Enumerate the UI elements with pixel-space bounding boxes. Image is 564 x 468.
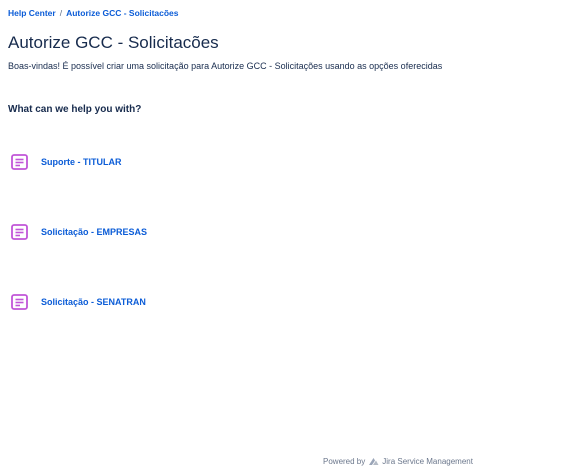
form-icon	[9, 292, 29, 312]
powered-by-footer: Powered by Jira Service Management	[323, 457, 473, 466]
breadcrumb: Help Center / Autorize GCC - Solicitacões	[8, 8, 179, 18]
request-type-suporte-titular[interactable]: Suporte - TITULAR	[9, 150, 309, 174]
request-type-label[interactable]: Solicitação - SENATRAN	[41, 297, 146, 307]
request-type-label[interactable]: Suporte - TITULAR	[41, 157, 122, 167]
jira-service-management-link[interactable]: Jira Service Management	[382, 457, 473, 466]
breadcrumb-separator: /	[59, 8, 63, 18]
breadcrumb-project-link[interactable]: Autorize GCC - Solicitacões	[66, 8, 178, 18]
request-type-solicitacao-empresas[interactable]: Solicitação - EMPRESAS	[9, 220, 309, 244]
request-type-list: Suporte - TITULAR Solicitação - EMPRESAS…	[9, 150, 309, 360]
form-icon	[9, 152, 29, 172]
welcome-message: Boas-vindas! É possível criar uma solici…	[8, 61, 443, 71]
request-type-label[interactable]: Solicitação - EMPRESAS	[41, 227, 147, 237]
powered-by-text: Powered by	[323, 457, 366, 466]
form-icon	[9, 222, 29, 242]
jira-logo-icon	[368, 457, 379, 466]
breadcrumb-help-center-link[interactable]: Help Center	[8, 8, 56, 18]
request-type-solicitacao-senatran[interactable]: Solicitação - SENATRAN	[9, 290, 309, 314]
page-title: Autorize GCC - Solicitacões	[8, 33, 219, 52]
help-heading: What can we help you with?	[8, 104, 142, 115]
